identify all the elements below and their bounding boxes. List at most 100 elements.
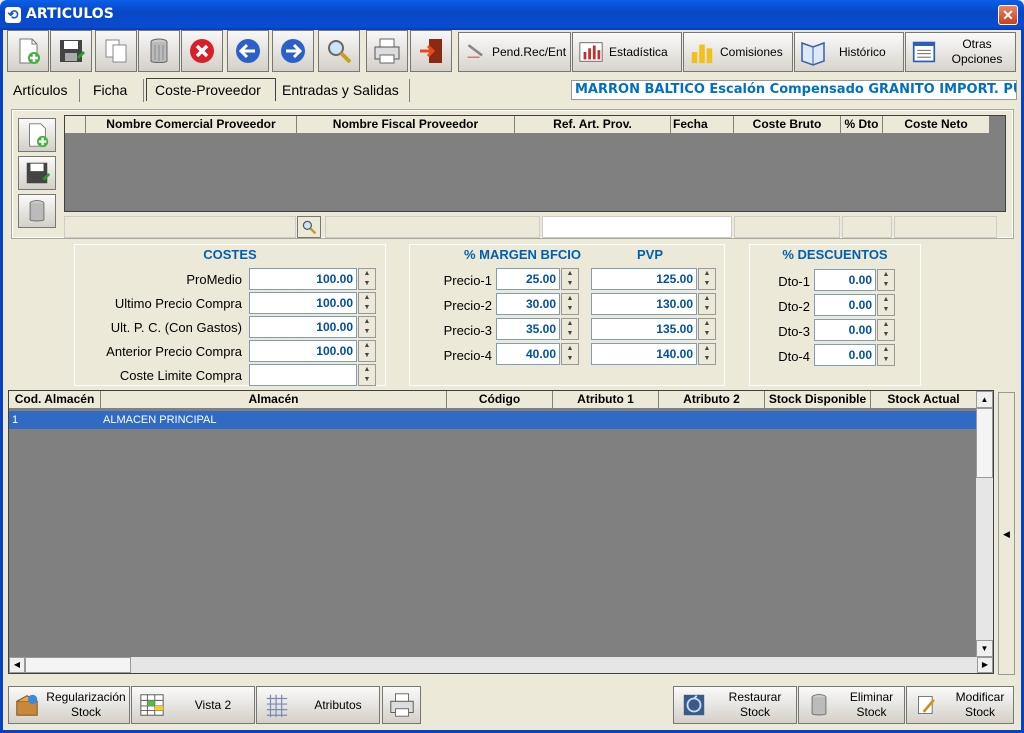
- column-header[interactable]: Nombre Comercial Proveedor: [86, 116, 297, 134]
- column-header[interactable]: Atributo 1: [553, 391, 659, 409]
- filter-coste-bruto[interactable]: [734, 216, 840, 238]
- ultimo-precio-spinner[interactable]: ▲ ▼: [358, 292, 376, 314]
- column-header[interactable]: Fecha: [671, 116, 734, 134]
- filter-nombre-fiscal[interactable]: [325, 216, 540, 238]
- close-window-button[interactable]: ✕: [998, 5, 1018, 25]
- column-header[interactable]: Stock Disponible: [765, 391, 871, 409]
- pvp-4-spinner[interactable]: ▲ ▼: [698, 343, 716, 365]
- save-button[interactable]: [50, 30, 92, 72]
- ultimo-precio-input[interactable]: 100.00: [249, 292, 357, 314]
- margen-3-spinner[interactable]: ▲ ▼: [561, 318, 579, 340]
- estadistica-button[interactable]: Estadística: [572, 32, 682, 72]
- close-icon[interactable]: ✕: [1002, 7, 1014, 23]
- coste-limite-input[interactable]: [249, 364, 357, 386]
- atributos-button[interactable]: Atributos: [256, 686, 380, 724]
- search-button[interactable]: [318, 30, 360, 72]
- side-panel-toggle[interactable]: ◀: [998, 392, 1015, 675]
- add-provider-button[interactable]: [18, 118, 56, 152]
- dto-1-spinner[interactable]: ▲ ▼: [877, 269, 895, 291]
- scroll-thumb[interactable]: [976, 408, 993, 478]
- column-header[interactable]: Coste Neto: [883, 116, 990, 134]
- regularizacion-stock-button[interactable]: Regularización Stock: [8, 686, 130, 724]
- providers-grid[interactable]: Nombre Comercial Proveedor Nombre Fiscal…: [64, 115, 1006, 212]
- margen-1-input[interactable]: 25.00: [496, 268, 560, 290]
- margen-4-input[interactable]: 40.00: [496, 343, 560, 365]
- tab-coste-proveedor[interactable]: Coste-Proveedor: [146, 78, 276, 101]
- promedio-spinner[interactable]: ▲ ▼: [358, 268, 376, 290]
- margen-1-spinner[interactable]: ▲ ▼: [561, 268, 579, 290]
- dto-4-spinner[interactable]: ▲ ▼: [877, 344, 895, 366]
- historico-button[interactable]: Histórico: [794, 32, 904, 72]
- pvp-1-input[interactable]: 125.00: [591, 268, 697, 290]
- column-header[interactable]: % Dto: [841, 116, 883, 134]
- column-header[interactable]: Ref. Art. Prov.: [515, 116, 671, 134]
- otras-opciones-button[interactable]: Otras Opciones: [905, 32, 1016, 72]
- pvp-3-spinner[interactable]: ▲ ▼: [698, 318, 716, 340]
- dto-4-input[interactable]: 0.00: [814, 344, 876, 366]
- column-header[interactable]: Nombre Fiscal Proveedor: [297, 116, 515, 134]
- column-header[interactable]: Cod. Almacén: [9, 391, 101, 409]
- save-provider-button[interactable]: [18, 156, 56, 190]
- filter-dto[interactable]: [842, 216, 892, 238]
- pend-rec-ent-button[interactable]: Pend.Rec/Ent: [458, 32, 571, 72]
- vertical-scrollbar[interactable]: ▲ ▼: [976, 391, 993, 657]
- dto-2-input[interactable]: 0.00: [814, 294, 876, 316]
- margen-2-input[interactable]: 30.00: [496, 293, 560, 315]
- delete-provider-button[interactable]: [18, 194, 56, 228]
- filter-coste-neto[interactable]: [894, 216, 997, 238]
- tab-articulos-label: Artículos: [13, 82, 68, 98]
- filter-ref-art-prov[interactable]: [542, 216, 732, 238]
- column-header[interactable]: Coste Bruto: [734, 116, 841, 134]
- comisiones-button[interactable]: Comisiones: [683, 32, 793, 72]
- pvp-4-input[interactable]: 140.00: [591, 343, 697, 365]
- tab-ficha[interactable]: Ficha: [89, 79, 144, 102]
- filter-nombre-comercial[interactable]: [64, 216, 296, 238]
- pvp-2-input[interactable]: 130.00: [591, 293, 697, 315]
- column-header[interactable]: Stock Actual: [871, 391, 977, 409]
- cancel-button[interactable]: [181, 30, 223, 72]
- tab-articulos[interactable]: Artículos: [9, 79, 80, 102]
- dto-2-spinner[interactable]: ▲ ▼: [877, 294, 895, 316]
- exit-button[interactable]: [410, 30, 452, 72]
- column-header[interactable]: Atributo 2: [659, 391, 765, 409]
- anterior-precio-spinner[interactable]: ▲ ▼: [358, 340, 376, 362]
- dto-3-input[interactable]: 0.00: [814, 319, 876, 341]
- copy-button[interactable]: [95, 30, 137, 72]
- column-header[interactable]: Código: [447, 391, 553, 409]
- vista-2-button[interactable]: Vista 2: [131, 686, 255, 724]
- pvp-1-spinner[interactable]: ▲ ▼: [698, 268, 716, 290]
- margen-3-input[interactable]: 35.00: [496, 318, 560, 340]
- print-stock-button[interactable]: [382, 686, 421, 724]
- horizontal-scrollbar[interactable]: ◀ ▶: [9, 657, 993, 673]
- margen-2-spinner[interactable]: ▲ ▼: [561, 293, 579, 315]
- margen-4-spinner[interactable]: ▲ ▼: [561, 343, 579, 365]
- pvp-2-spinner[interactable]: ▲ ▼: [698, 293, 716, 315]
- dto-3-spinner[interactable]: ▲ ▼: [877, 319, 895, 341]
- hscroll-thumb[interactable]: [25, 657, 131, 673]
- stock-grid[interactable]: Cod. Almacén Almacén Código Atributo 1 A…: [8, 390, 994, 674]
- scroll-left-arrow[interactable]: ◀: [9, 657, 25, 673]
- pencil-note-icon: [463, 38, 491, 66]
- tab-entradas-salidas[interactable]: Entradas y Salidas: [278, 79, 410, 102]
- restaurar-stock-button[interactable]: Restaurar Stock: [673, 686, 797, 724]
- promedio-input[interactable]: 100.00: [249, 268, 357, 290]
- coste-limite-spinner[interactable]: ▲ ▼: [358, 364, 376, 386]
- delete-button[interactable]: [138, 30, 180, 72]
- print-button[interactable]: [366, 30, 408, 72]
- eliminar-stock-button[interactable]: Eliminar Stock: [798, 686, 905, 724]
- new-button[interactable]: [7, 30, 49, 72]
- filter-search-button[interactable]: [297, 216, 321, 238]
- next-button[interactable]: [272, 30, 314, 72]
- table-row[interactable]: 1 ALMACEN PRINCIPAL: [9, 411, 976, 429]
- dto-1-input[interactable]: 0.00: [814, 269, 876, 291]
- column-header[interactable]: Almacén: [101, 391, 447, 409]
- scroll-down-arrow[interactable]: ▼: [976, 640, 993, 657]
- ult-pc-gastos-input[interactable]: 100.00: [249, 316, 357, 338]
- scroll-right-arrow[interactable]: ▶: [977, 657, 993, 673]
- anterior-precio-input[interactable]: 100.00: [249, 340, 357, 362]
- ult-pc-gastos-spinner[interactable]: ▲ ▼: [358, 316, 376, 338]
- scroll-up-arrow[interactable]: ▲: [976, 391, 993, 408]
- modificar-stock-button[interactable]: Modificar Stock: [906, 686, 1014, 724]
- pvp-3-input[interactable]: 135.00: [591, 318, 697, 340]
- previous-button[interactable]: [227, 30, 269, 72]
